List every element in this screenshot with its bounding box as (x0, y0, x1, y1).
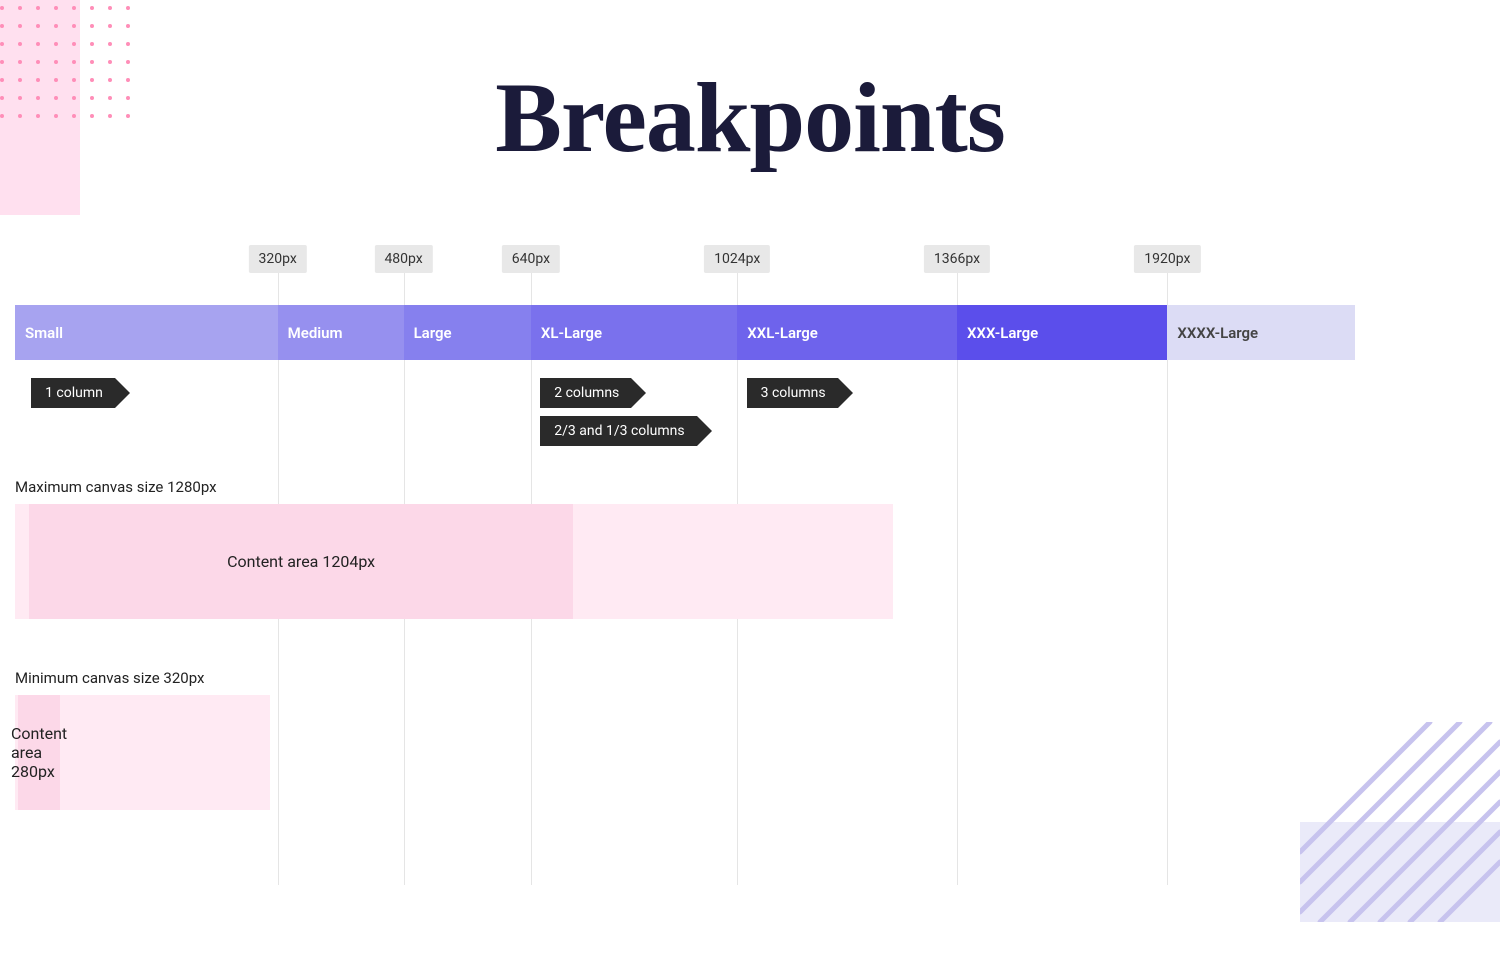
max-canvas-title: Maximum canvas size 1280px (15, 478, 1355, 496)
size-segment: XXXX-Large (1167, 305, 1355, 360)
column-tags-row: 1 column 2 columns 2/3 and 1/3 columns 3 co… (15, 378, 1355, 468)
min-canvas-inner: Content area 280px (18, 695, 60, 810)
column-tag: 2/3 and 1/3 columns (540, 416, 696, 446)
min-canvas-block: Minimum canvas size 320px Content area 2… (15, 669, 1355, 810)
max-canvas-inner: Content area 1204px (29, 504, 573, 619)
size-segment: XXX-Large (957, 305, 1167, 360)
pixel-marker: 1920px (1134, 245, 1200, 273)
size-bar: SmallMediumLargeXL-LargeXXL-LargeXXX-Lar… (15, 305, 1355, 360)
min-canvas-outer: Content area 280px (15, 695, 270, 810)
pixel-marker-row: 320px 480px 640px 1024px 1366px 1920px (15, 245, 1355, 305)
size-segment: XXL-Large (737, 305, 957, 360)
size-segment: XL-Large (531, 305, 737, 360)
column-tag: 2 columns (540, 378, 631, 408)
pixel-marker: 1024px (704, 245, 770, 273)
pixel-marker: 480px (374, 245, 432, 273)
min-canvas-inner-label: Content area 280px (11, 724, 67, 781)
page-title: Breakpoints (0, 60, 1500, 175)
max-canvas-block: Maximum canvas size 1280px Content area … (15, 478, 1355, 619)
pixel-marker: 640px (502, 245, 560, 273)
column-tag: 3 columns (747, 378, 838, 408)
size-segment: Small (15, 305, 278, 360)
column-tag: 1 column (31, 378, 115, 408)
breakpoints-diagram: 320px480px640px1024px1366px1920px SmallM… (15, 245, 1355, 810)
pixel-marker: 320px (248, 245, 306, 273)
max-canvas-outer: Content area 1204px (15, 504, 893, 619)
decorative-lavender-block (1300, 822, 1500, 922)
size-segment: Large (404, 305, 531, 360)
max-canvas-inner-label: Content area 1204px (227, 552, 375, 571)
size-segment: Medium (278, 305, 404, 360)
min-canvas-title: Minimum canvas size 320px (15, 669, 1355, 687)
pixel-marker: 1366px (924, 245, 990, 273)
